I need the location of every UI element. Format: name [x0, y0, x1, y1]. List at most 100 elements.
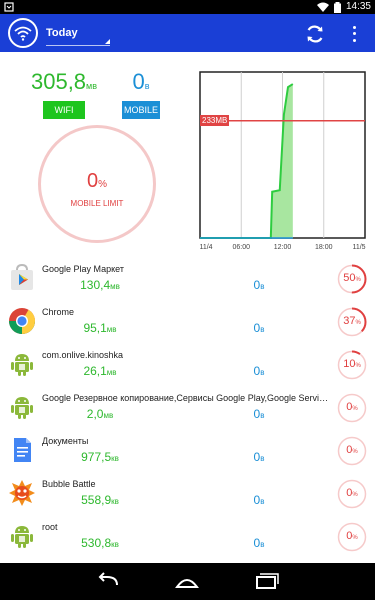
mobile-summary: 0в MOBILE: [116, 70, 166, 119]
x-tick-label: 11/5: [352, 244, 366, 251]
app-row[interactable]: com.onlive.kinoshka 26,1мв 0в 10%: [0, 344, 375, 387]
app-share-percent: 10%: [337, 358, 367, 370]
app-wifi-unit: мв: [106, 325, 117, 334]
app-wifi-unit: кв: [111, 540, 119, 549]
mobile-limit-label: MOBILE LIMIT: [70, 199, 124, 208]
app-wifi-usage: 26,1мв: [60, 364, 140, 378]
app-name: Bubble Battle: [42, 479, 96, 489]
x-tick-label: 18:00: [314, 244, 333, 251]
wifi-total-unit: мв: [86, 81, 98, 91]
app-share-ring: 0%: [337, 522, 367, 552]
app-share-unit: %: [352, 492, 358, 498]
app-share-unit: %: [355, 320, 361, 326]
app-share-ring: 0%: [337, 436, 367, 466]
period-dropdown[interactable]: Today: [46, 24, 110, 46]
app-share-unit: %: [355, 277, 361, 283]
x-tick-label: 11/4: [199, 244, 213, 251]
app-share-value: 50: [343, 272, 356, 284]
app-name: Документы: [42, 436, 89, 446]
wifi-summary: 305,8мв WIFI: [14, 70, 114, 119]
recents-icon: [256, 573, 279, 589]
app-row[interactable]: Google Резервное копирование,Сервисы Goo…: [0, 387, 375, 430]
app-mobile-unit: в: [260, 282, 265, 291]
app-share-percent: 37%: [337, 315, 367, 327]
app-mobile-usage: 0в: [238, 321, 280, 335]
mobile-limit-gauge[interactable]: 0% MOBILE LIMIT: [38, 125, 156, 243]
wifi-tag[interactable]: WIFI: [43, 101, 85, 119]
wifi-signal-icon: [316, 2, 329, 12]
app-mobile-unit: в: [260, 411, 265, 420]
app-share-ring: 0%: [337, 479, 367, 509]
clock: 14:35: [345, 1, 371, 12]
app-wifi-unit: мв: [110, 282, 120, 291]
app-mobile-usage: 0в: [238, 493, 280, 507]
notification-icon: [4, 2, 14, 12]
usage-chart-svg: [199, 71, 366, 239]
app-share-ring: 37%: [337, 307, 367, 337]
app-share-unit: %: [352, 535, 358, 541]
app-row[interactable]: Bubble Battle 558,9кв 0в 0%: [0, 473, 375, 516]
app-mobile-unit: в: [260, 497, 265, 506]
google-play-icon: [8, 263, 36, 292]
app-share-unit: %: [352, 449, 358, 455]
back-icon: [98, 572, 118, 586]
android-icon: [8, 393, 36, 421]
mobile-limit-unit: %: [98, 179, 108, 190]
app-mobile-usage: 0в: [238, 536, 280, 550]
app-mobile-unit: в: [260, 368, 265, 377]
app-row[interactable]: Chrome 95,1мв 0в 37%: [0, 301, 375, 344]
overflow-menu-button[interactable]: [349, 24, 359, 44]
x-tick-label: 06:00: [232, 244, 251, 251]
app-share-percent: 50%: [337, 272, 367, 284]
app-wifi-unit: мв: [103, 411, 114, 420]
home-button[interactable]: [173, 571, 201, 591]
bubble-battle-icon: [8, 479, 36, 507]
app-wifi-value: 977,5: [81, 450, 112, 464]
app-mobile-usage: 0в: [238, 407, 280, 421]
app-usage-list: Google Play Маркет 130,4мв 0в 50% Chrome 95,1…: [0, 258, 375, 563]
app-mobile-usage: 0в: [238, 278, 280, 292]
app-share-value: 10: [343, 358, 356, 370]
app-row[interactable]: Google Play Маркет 130,4мв 0в 50%: [0, 258, 375, 301]
overflow-dot: [352, 39, 356, 43]
app-name: root: [42, 522, 58, 532]
wifi-total-value: 305,8: [30, 69, 87, 94]
dropdown-caret-icon: [105, 39, 110, 44]
app-name: Chrome: [42, 307, 75, 317]
back-button[interactable]: [95, 571, 123, 591]
app-wifi-usage: 130,4мв: [60, 278, 140, 292]
app-row[interactable]: root 530,8кв 0в 0%: [0, 516, 375, 559]
app-wifi-unit: мв: [106, 368, 117, 377]
recents-button[interactable]: [252, 571, 280, 591]
app-wifi-usage: 558,9кв: [60, 493, 140, 507]
mobile-total-value: 0: [132, 69, 145, 94]
app-mobile-usage: 0в: [238, 450, 280, 464]
wifi-logo-icon[interactable]: [8, 18, 38, 48]
app-share-ring: 10%: [337, 350, 367, 380]
x-tick-label: 12:00: [273, 244, 292, 251]
app-share-percent: 0%: [337, 444, 367, 456]
mobile-total: 0в: [116, 70, 166, 98]
app-wifi-value: 558,9: [81, 493, 112, 507]
app-share-percent: 0%: [337, 401, 367, 413]
app-mobile-unit: в: [260, 325, 265, 334]
app-wifi-unit: кв: [111, 454, 119, 463]
app-name: Google Play Маркет: [42, 264, 125, 274]
usage-chart: 233MB 11/4 06:00 12:00 18:00 11/5: [198, 70, 368, 254]
mobile-limit-percent: 0%: [41, 170, 153, 196]
app-share-unit: %: [352, 406, 358, 412]
app-name: com.onlive.kinoshka: [42, 350, 124, 360]
refresh-button[interactable]: [304, 23, 326, 45]
app-mobile-usage: 0в: [238, 364, 280, 378]
app-wifi-unit: кв: [111, 497, 119, 506]
status-bar: 14:35: [0, 0, 375, 14]
overflow-dot: [352, 25, 356, 29]
mobile-limit-value: 0: [86, 170, 99, 192]
app-row[interactable]: Документы 977,5кв 0в 0%: [0, 430, 375, 473]
android-icon: [8, 350, 36, 378]
app-share-percent: 0%: [337, 487, 367, 499]
period-value: Today: [46, 27, 78, 39]
android-icon: [8, 522, 36, 550]
app-bar: Today: [0, 14, 375, 52]
mobile-tag[interactable]: MOBILE: [122, 101, 160, 119]
